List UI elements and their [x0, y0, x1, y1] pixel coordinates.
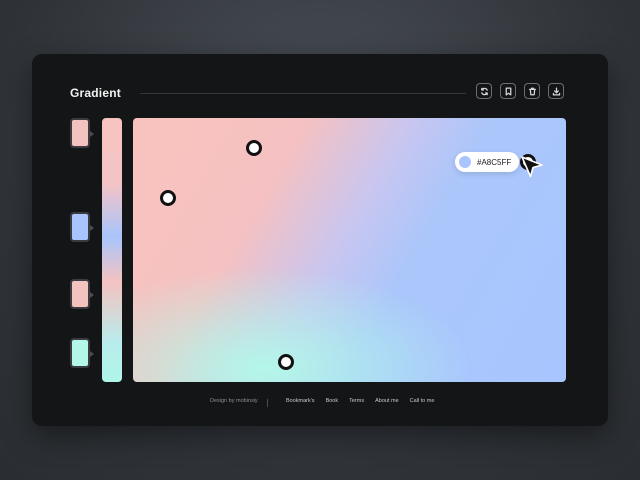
gradient-point-handle[interactable]: [246, 140, 262, 156]
footer-separator: [267, 399, 268, 407]
gradient-canvas[interactable]: #A8C5FF: [133, 118, 566, 382]
footer-link-call[interactable]: Call to me: [410, 398, 435, 404]
bookmark-icon: [505, 86, 511, 96]
footer-link-bookmarks[interactable]: Bookmark's: [286, 398, 315, 404]
refresh-icon: [480, 87, 488, 95]
color-swatch[interactable]: [70, 338, 94, 368]
color-preview-dot: [459, 156, 471, 168]
bookmark-button[interactable]: [500, 83, 516, 99]
download-icon: [552, 87, 560, 95]
gradient-point-handle[interactable]: [278, 354, 294, 370]
refresh-button[interactable]: [476, 83, 492, 99]
trash-icon: [528, 87, 536, 95]
footer-link-book[interactable]: Book: [326, 398, 339, 404]
gradient-strip[interactable]: [102, 118, 122, 382]
toolbar: [476, 83, 564, 99]
download-button[interactable]: [548, 83, 564, 99]
hex-value: #A8C5FF: [477, 157, 512, 167]
pointer-cursor-icon: [521, 156, 543, 178]
footer-link-about[interactable]: About me: [375, 398, 399, 404]
footer-link-terms[interactable]: Terms: [349, 398, 364, 404]
gradient-point-handle[interactable]: [160, 190, 176, 206]
delete-button[interactable]: [524, 83, 540, 99]
design-credit: Design by mobinsiy: [210, 398, 258, 404]
color-value-chip[interactable]: #A8C5FF: [455, 152, 520, 172]
color-swatch[interactable]: [70, 118, 94, 148]
color-swatch[interactable]: [70, 279, 94, 309]
app-window: Gradient #A8C5FF Design by mobinsiy Book…: [32, 54, 608, 426]
app-title: Gradient: [70, 86, 121, 100]
header-divider: [140, 93, 466, 94]
footer-links: Bookmark's Book Terms About me Call to m…: [286, 398, 434, 404]
color-swatch[interactable]: [70, 212, 94, 242]
